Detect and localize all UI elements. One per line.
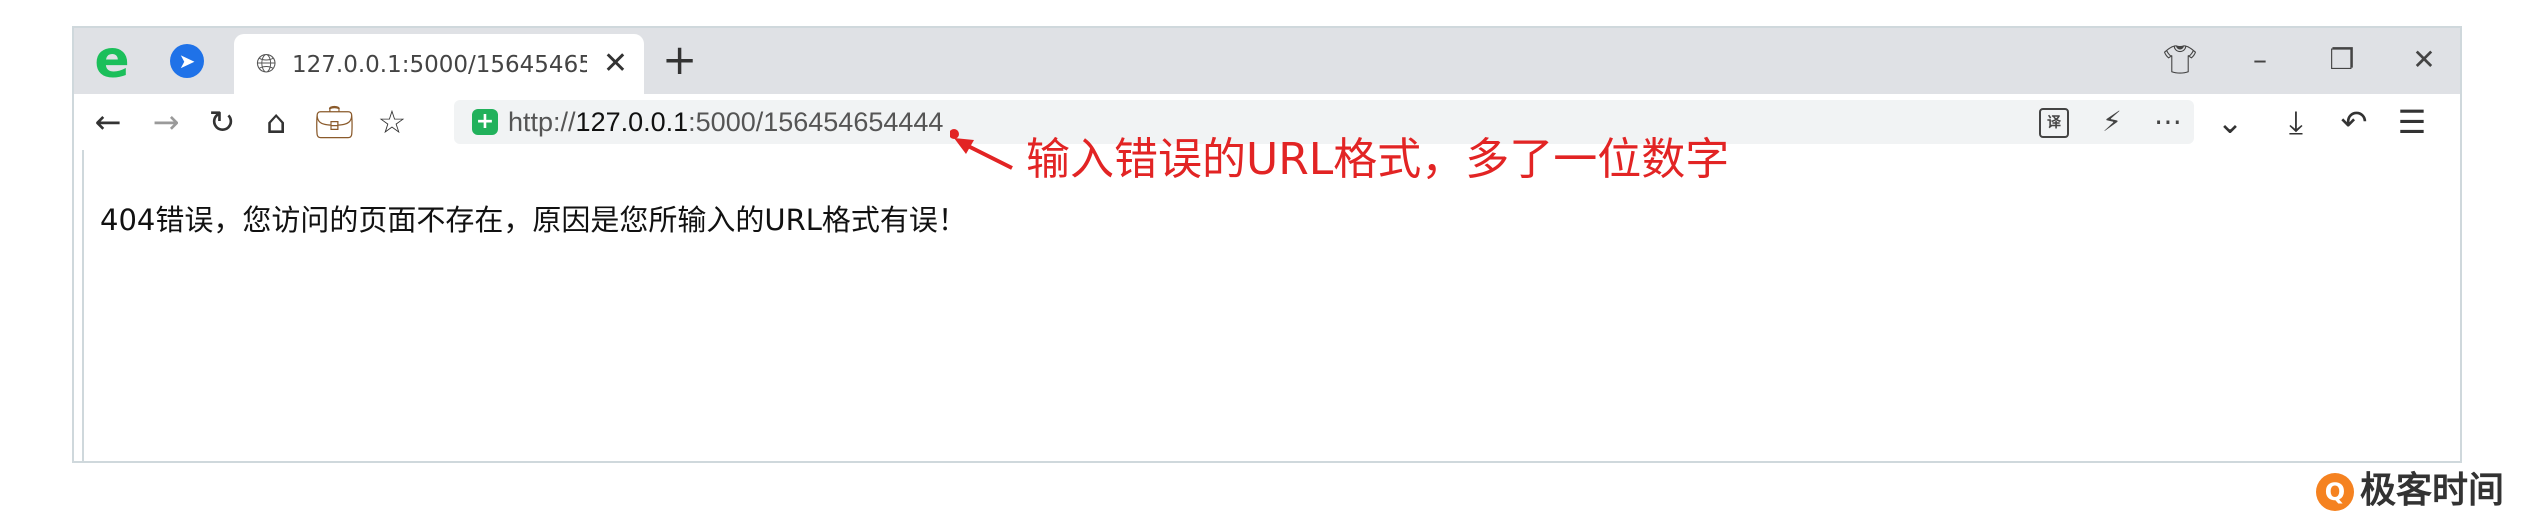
annotation-label: 输入错误的URL格式，多了一位数字 [1026,134,1730,185]
browser-tab[interactable]: 🌐︎ 127.0.0.1:5000/156454654444 ✕ [234,34,644,94]
tab-bar: e ➤ 🌐︎ 127.0.0.1:5000/156454654444 ✕ + 👕… [74,28,2460,94]
chevron-down-icon[interactable]: ⌄ [2210,102,2250,142]
restore-icon[interactable]: ❐ [2322,40,2362,80]
minimize-icon[interactable]: – [2240,40,2280,80]
download-icon[interactable]: ⤓ [2276,102,2316,142]
undo-icon[interactable]: ↶ [2334,102,2374,142]
url-text[interactable]: http://127.0.0.1:5000/156454654444 [508,106,943,138]
watermark-text: 极客时间 [2360,470,2505,511]
back-arrow-icon[interactable]: ← [88,102,128,142]
watermark: Q 极客时间 [2316,466,2504,516]
send-icon[interactable]: ➤ [170,44,204,78]
menu-icon[interactable]: ☰ [2392,102,2432,142]
browser-logo-icon[interactable]: e [88,34,136,86]
url-scheme: http:// [508,107,576,137]
watermark-logo-icon: Q [2316,473,2354,511]
annotation-arrow [950,129,1013,170]
lightning-icon[interactable]: ⚡︎ [2094,104,2130,140]
url-path: :5000/156454654444 [688,107,944,137]
new-tab-button[interactable]: + [662,38,697,82]
shirt-icon[interactable]: 👕︎ [2160,40,2200,80]
page-content: 404错误，您访问的页面不存在，原因是您所输入的URL格式有误！ [82,150,2460,461]
forward-arrow-icon[interactable]: → [146,102,186,142]
reload-icon[interactable]: ↻ [202,102,242,142]
more-icon[interactable]: ⋯ [2150,104,2186,140]
close-window-icon[interactable]: ✕ [2404,40,2444,80]
browser-window: e ➤ 🌐︎ 127.0.0.1:5000/156454654444 ✕ + 👕… [72,26,2462,463]
star-list-icon[interactable]: ☆ [372,102,412,142]
url-host: 127.0.0.1 [575,107,689,137]
globe-icon: 🌐︎ [256,49,277,79]
translate-icon[interactable]: 译 [2036,104,2072,140]
shield-icon: + [472,109,498,135]
tab-close-icon[interactable]: ✕ [603,44,628,84]
tab-title: 127.0.0.1:5000/156454654444 [292,52,587,78]
briefcase-icon[interactable]: 💼︎ [314,102,355,142]
home-icon[interactable]: ⌂ [256,102,296,142]
error-message: 404错误，您访问的页面不存在，原因是您所输入的URL格式有误！ [100,203,967,237]
